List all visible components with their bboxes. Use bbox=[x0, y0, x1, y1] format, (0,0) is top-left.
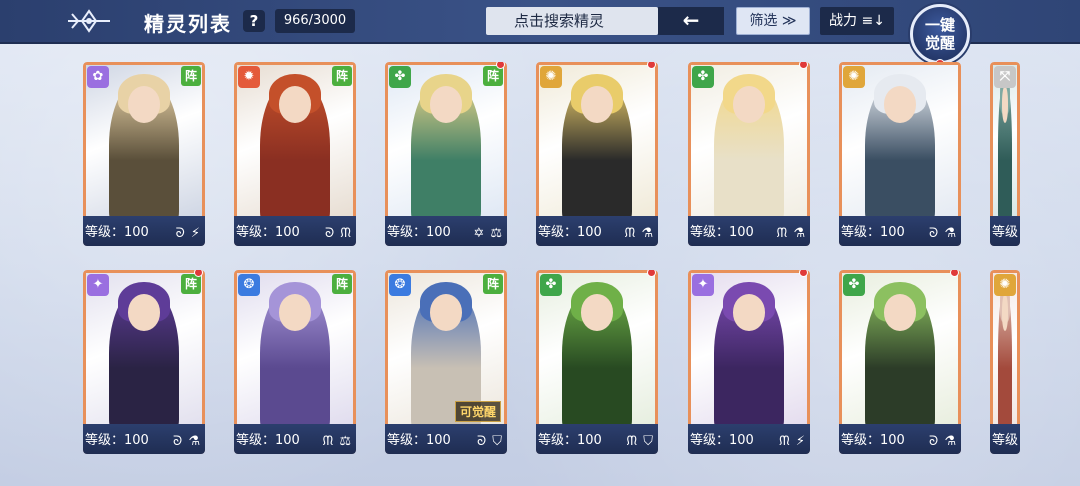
attribute-icons: ᙏ ⚡ bbox=[778, 434, 806, 449]
element-icon: ✤ bbox=[692, 66, 714, 88]
element-icon: ✦ bbox=[692, 274, 714, 296]
card-footer: 等级：100 ᘐ ⛉ bbox=[385, 424, 507, 454]
attribute-icons: ᘐ ⛉ bbox=[476, 434, 503, 449]
attribute-icons: ᘐ ⚗ bbox=[173, 434, 201, 449]
attribute-icons: ᙏ ⚗ bbox=[776, 226, 806, 241]
element-icon: ✿ bbox=[87, 66, 109, 88]
spirit-card[interactable]: ✤ 阵等级：100 ✡ ⚖ bbox=[385, 62, 507, 246]
arrow-left-icon: ← bbox=[682, 8, 700, 32]
level-label: 等级：100 bbox=[690, 225, 754, 240]
spirit-card[interactable]: ✤ 等级：100 ᙏ ⚗ bbox=[688, 62, 810, 246]
level-label: 等级：100 bbox=[841, 225, 905, 240]
card-footer: 等级：100 ᙏ ⚗ bbox=[536, 216, 658, 246]
attribute-icons: ᙏ ⛉ bbox=[626, 434, 654, 449]
sort-order-button[interactable]: ← bbox=[658, 7, 724, 35]
card-footer: 等级：100 ᘐ ᙏ bbox=[234, 216, 356, 246]
card-footer: 等级：100 ᘐ ⚗ bbox=[839, 424, 961, 454]
attribute-icons: ᙏ ⚗ bbox=[624, 226, 654, 241]
awakenable-tag: 可觉醒 bbox=[454, 401, 501, 422]
level-label: 等级：100 bbox=[85, 225, 149, 240]
logo-emblem-icon[interactable] bbox=[64, 6, 114, 36]
question-icon[interactable]: ? bbox=[243, 10, 265, 32]
formation-badge: 阵 bbox=[181, 66, 201, 86]
card-footer: 等级：100 ᘐ ⚡ bbox=[83, 216, 205, 246]
card-footer: 等级：100 ᘐ ⚗ bbox=[839, 216, 961, 246]
element-icon: ✦ bbox=[87, 274, 109, 296]
card-footer: 等级：100 ᙏ ⚡ bbox=[688, 424, 810, 454]
one-click-awaken-button[interactable]: 一键 觉醒 bbox=[910, 4, 970, 69]
level-label: 等级：100 bbox=[387, 225, 451, 240]
level-label: 等级：100 bbox=[236, 433, 300, 448]
spirit-card[interactable]: ❂ 阵等级：100 ᙏ ⚖ bbox=[234, 270, 356, 454]
element-icon: ✺ bbox=[843, 66, 865, 88]
formation-badge: 阵 bbox=[332, 274, 352, 294]
level-label: 等级 bbox=[992, 433, 1019, 448]
formation-badge: 阵 bbox=[181, 274, 201, 294]
level-label: 等级：100 bbox=[538, 225, 602, 240]
element-icon: ❂ bbox=[389, 274, 411, 296]
spirit-card[interactable]: ✿ 阵等级：100 ᘐ ⚡ bbox=[83, 62, 205, 246]
attribute-icons: ᙏ ⚖ bbox=[322, 434, 352, 449]
level-label: 等级：100 bbox=[387, 433, 451, 448]
search-input[interactable]: 点击搜索精灵 bbox=[486, 7, 658, 35]
attribute-icons: ᘐ ⚗ bbox=[929, 226, 957, 241]
formation-badge: 阵 bbox=[483, 274, 503, 294]
element-icon: ⤧ bbox=[994, 66, 1016, 88]
level-label: 等级 bbox=[992, 225, 1019, 240]
element-icon: ✺ bbox=[540, 66, 562, 88]
element-icon: ✤ bbox=[389, 66, 411, 88]
attribute-icons: ✡ ⚖ bbox=[473, 226, 503, 241]
card-footer: 等级：100 ᙏ ⚖ bbox=[234, 424, 356, 454]
card-footer: 等级：100 ᘐ ⚗ bbox=[83, 424, 205, 454]
attribute-icons: ᘐ ⚗ bbox=[929, 434, 957, 449]
spirit-card[interactable]: ✤ 等级：100 ᙏ ⛉ bbox=[536, 270, 658, 454]
spirit-card[interactable]: ✺ 等级：100 ᙏ ⚗ bbox=[536, 62, 658, 246]
awaken-line-1: 一键 bbox=[924, 16, 955, 34]
card-footer: 等级：100 ᙏ ⛉ bbox=[536, 424, 658, 454]
awaken-line-2: 觉醒 bbox=[924, 34, 955, 52]
filter-button[interactable]: 筛选 ≫ bbox=[736, 7, 810, 35]
spirit-card[interactable]: ✺ 等级：100 ᘐ ⚗ bbox=[839, 62, 961, 246]
formation-badge: 阵 bbox=[483, 66, 503, 86]
spirit-card[interactable]: ✤ 等级：100 ᘐ ⚗ bbox=[839, 270, 961, 454]
spirit-card[interactable]: ⤧ 等级 bbox=[990, 62, 1020, 246]
spirit-card[interactable]: ✹ 阵等级：100 ᘐ ᙏ bbox=[234, 62, 356, 246]
level-label: 等级：100 bbox=[85, 433, 149, 448]
spirit-card[interactable]: ✺ 等级 bbox=[990, 270, 1020, 454]
formation-badge: 阵 bbox=[332, 66, 352, 86]
level-label: 等级：100 bbox=[538, 433, 602, 448]
spirit-card[interactable]: ✦ 等级：100 ᙏ ⚡ bbox=[688, 270, 810, 454]
card-footer: 等级 bbox=[990, 216, 1020, 246]
element-icon: ✤ bbox=[843, 274, 865, 296]
level-label: 等级：100 bbox=[690, 433, 754, 448]
attribute-icons: ᘐ ⚡ bbox=[175, 226, 201, 241]
page-title: 精灵列表 bbox=[144, 12, 232, 36]
element-icon: ✹ bbox=[238, 66, 260, 88]
spirit-card[interactable]: ✦ 阵等级：100 ᘐ ⚗ bbox=[83, 270, 205, 454]
level-label: 等级：100 bbox=[841, 433, 905, 448]
element-icon: ✤ bbox=[540, 274, 562, 296]
spirit-card[interactable]: ❂ 阵可觉醒 等级：100 ᘐ ⛉ bbox=[385, 270, 507, 454]
card-footer: 等级：100 ✡ ⚖ bbox=[385, 216, 507, 246]
card-footer: 等级：100 ᙏ ⚗ bbox=[688, 216, 810, 246]
spirit-count: 966/3000 bbox=[275, 9, 355, 33]
element-icon: ✺ bbox=[994, 274, 1016, 296]
level-label: 等级：100 bbox=[236, 225, 300, 240]
element-icon: ❂ bbox=[238, 274, 260, 296]
attribute-icons: ᘐ ᙏ bbox=[324, 226, 352, 241]
power-sort-button[interactable]: 战力 ≡↓ bbox=[820, 7, 894, 35]
card-footer: 等级 bbox=[990, 424, 1020, 454]
